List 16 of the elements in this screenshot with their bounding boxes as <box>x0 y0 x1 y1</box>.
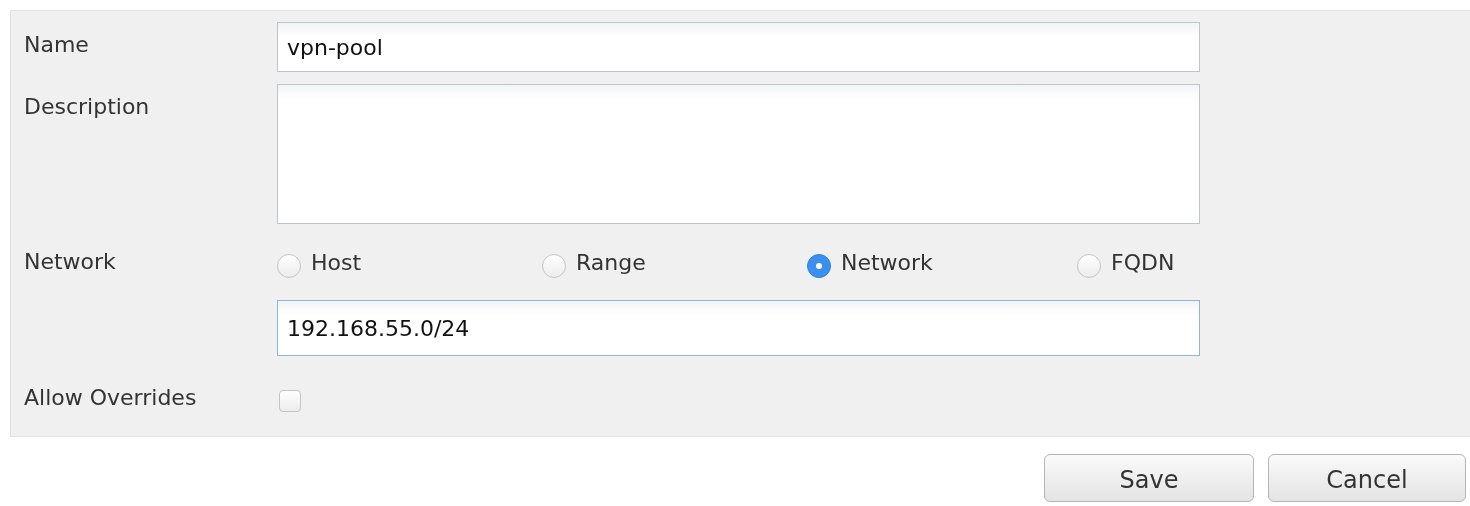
description-field[interactable] <box>277 84 1200 224</box>
field-label: Allow Overrides <box>24 384 197 412</box>
radio-label[interactable]: Host <box>311 249 362 275</box>
text-field[interactable]: 192.168.55.0/24 <box>277 300 1200 356</box>
radio-label[interactable]: FQDN <box>1111 249 1175 275</box>
field-label: Network <box>24 248 116 276</box>
radio-button[interactable] <box>542 254 566 278</box>
radio-button[interactable] <box>1077 254 1101 278</box>
radio-label[interactable]: Range <box>576 249 646 275</box>
checkbox[interactable] <box>279 390 301 412</box>
field-label: Name <box>24 31 89 59</box>
radio-label[interactable]: Network <box>841 249 933 275</box>
radio-button[interactable] <box>807 254 831 278</box>
text-field[interactable]: vpn-pool <box>277 22 1200 72</box>
field-label: Description <box>24 93 150 121</box>
radio-button[interactable] <box>277 254 301 278</box>
